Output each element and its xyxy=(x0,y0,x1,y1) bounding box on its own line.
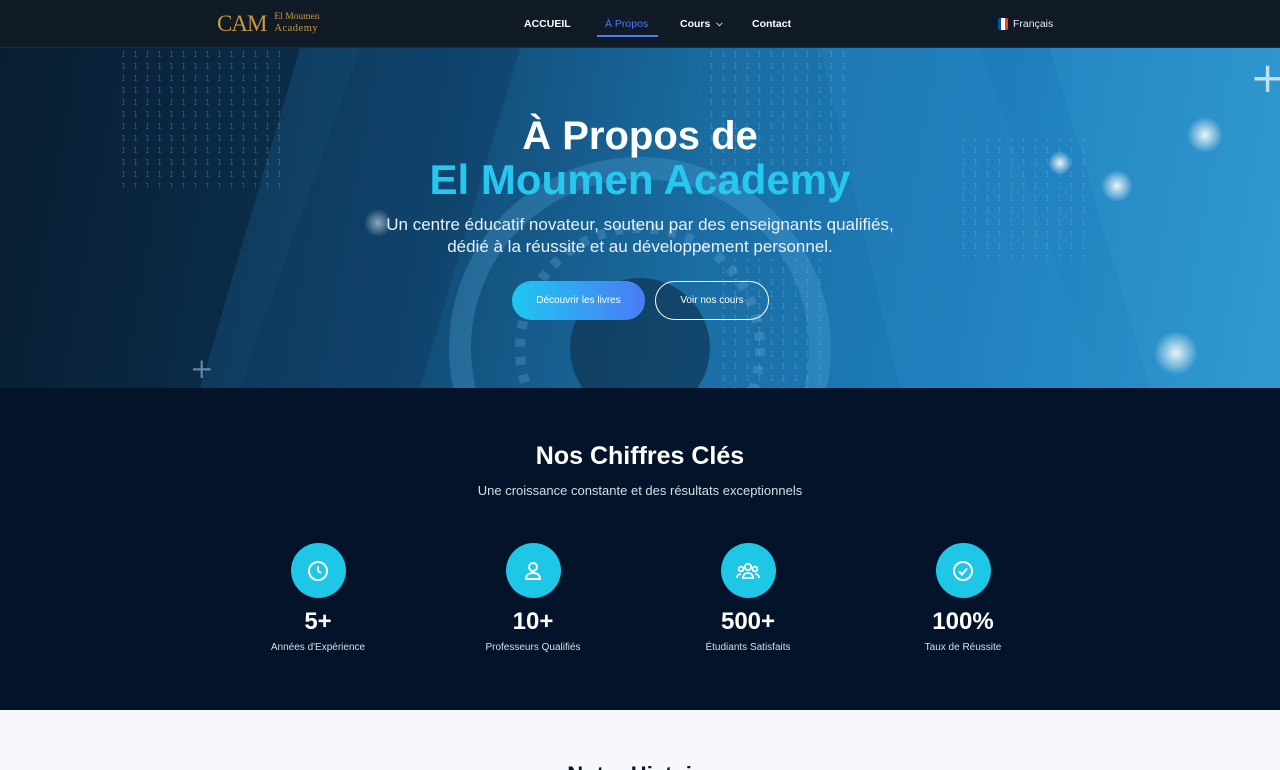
history-title: Notre Histoire xyxy=(0,762,1280,770)
stat-card: 500+ Étudiants Satisfaits xyxy=(668,543,828,653)
logo-text: El Moumen Academy xyxy=(274,12,319,35)
language-selector[interactable]: Français xyxy=(998,18,1053,30)
clock-icon xyxy=(290,543,346,598)
nav-link-a-propos[interactable]: À Propos xyxy=(605,18,648,30)
top-navbar: CAM El Moumen Academy ACCUEIL À Propos C… xyxy=(0,0,1280,48)
stat-label: Professeurs Qualifiés xyxy=(485,642,581,653)
key-figures-section: Nos Chiffres Clés Une croissance constan… xyxy=(0,388,1280,710)
nav-link-accueil[interactable]: ACCUEIL xyxy=(524,18,571,30)
logo-mark: CAM xyxy=(217,11,267,36)
discover-books-button[interactable]: Découvrir les livres xyxy=(512,281,645,320)
history-section: Notre Histoire xyxy=(0,710,1280,770)
stat-value: 100% xyxy=(932,608,994,635)
stat-value: 10+ xyxy=(512,608,554,635)
stat-label: Taux de Réussite xyxy=(924,642,1002,653)
france-flag-icon xyxy=(998,18,1008,30)
language-label: Français xyxy=(1013,18,1054,30)
view-courses-button[interactable]: Voir nos cours xyxy=(655,281,769,320)
stat-card: 5+ Années d'Expérience xyxy=(238,543,398,653)
nav-link-contact[interactable]: Contact xyxy=(752,18,791,30)
hero-section: 1 + + À Propos de El Moumen Academy Un c… xyxy=(0,48,1280,388)
chevron-down-icon: ⌵ xyxy=(716,19,723,28)
svg-text:+: + xyxy=(1250,53,1280,102)
stat-value: 5+ xyxy=(304,608,332,635)
hero-title-line1: À Propos de xyxy=(522,114,758,158)
users-group-icon xyxy=(720,543,776,598)
section-subtitle: Une croissance constante et des résultat… xyxy=(477,483,803,498)
hero-subtitle: Un centre éducatif novateur, soutenu par… xyxy=(386,215,894,256)
svg-text:+: + xyxy=(190,352,213,385)
stat-card: 10+ Professeurs Qualifiés xyxy=(453,543,613,653)
section-title: Nos Chiffres Clés xyxy=(535,442,745,470)
active-nav-indicator xyxy=(597,35,658,37)
nav-link-cours[interactable]: Cours ⌵ xyxy=(680,18,722,30)
check-circle-icon xyxy=(935,543,991,598)
logo[interactable]: CAM El Moumen Academy xyxy=(217,12,320,35)
stat-card: 100% Taux de Réussite xyxy=(883,543,1043,653)
logo-line2: Academy xyxy=(274,23,319,34)
hero-title-line2: El Moumen Academy xyxy=(429,156,851,203)
stat-label: Étudiants Satisfaits xyxy=(705,642,791,653)
stat-label: Années d'Expérience xyxy=(270,642,366,653)
stat-value: 500+ xyxy=(720,608,776,635)
logo-line1: El Moumen xyxy=(274,12,320,22)
nav-link-cours-label: Cours xyxy=(680,18,711,30)
user-icon xyxy=(505,543,561,598)
